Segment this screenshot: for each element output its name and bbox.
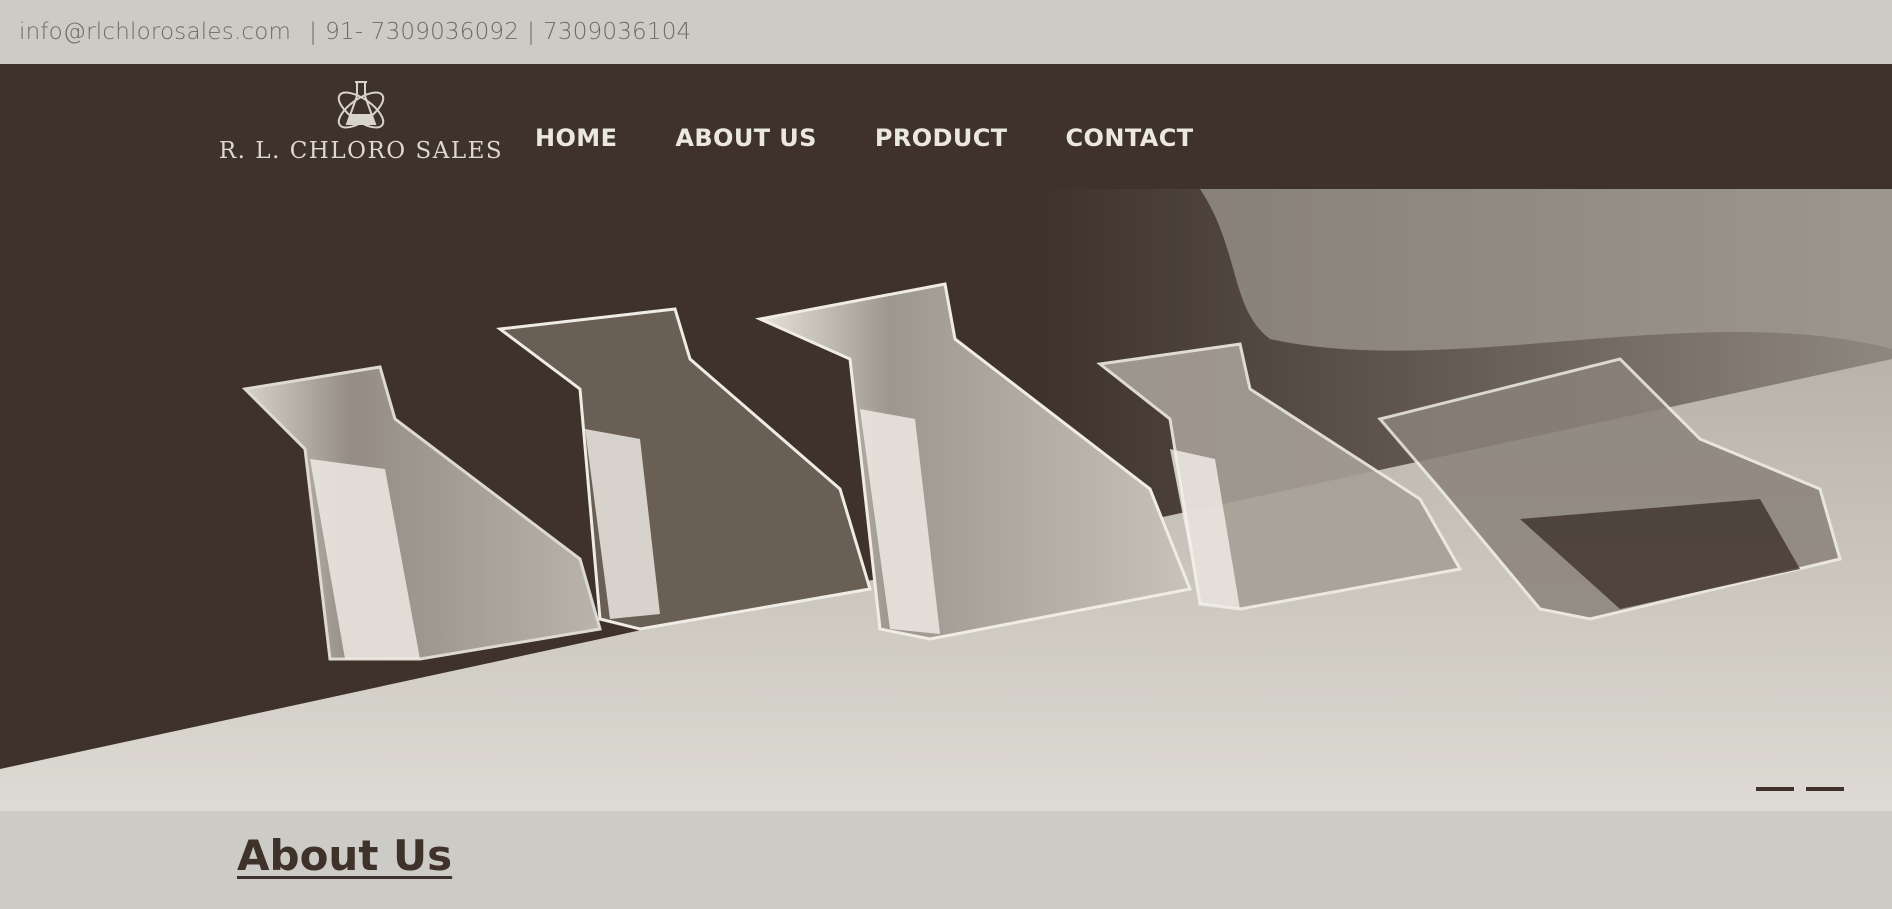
separator: | [527, 19, 536, 45]
contact-bar: info@rlchlorosales.com | 91- 7309036092 … [0, 0, 1892, 64]
nav-home[interactable]: HOME [535, 124, 617, 164]
flask-atom-icon [337, 81, 385, 129]
separator: | [309, 19, 318, 45]
about-section: About Us [0, 811, 1892, 909]
nav-about-us[interactable]: ABOUT US [675, 124, 816, 164]
hero-slider[interactable] [0, 189, 1892, 811]
main-nav: HOME ABOUT US PRODUCT CONTACT [535, 124, 1251, 164]
slide-indicator-1[interactable] [1756, 787, 1794, 791]
brand-logo[interactable]: R. L. CHLORO SALES [219, 72, 502, 182]
phone-number-1[interactable]: 91- 7309036092 [325, 19, 519, 45]
nav-product[interactable]: PRODUCT [875, 124, 1008, 164]
slide-indicator-2[interactable] [1806, 787, 1844, 791]
phone-number-2[interactable]: 7309036104 [543, 19, 691, 45]
about-title[interactable]: About Us [237, 831, 452, 880]
nav-contact[interactable]: CONTACT [1066, 124, 1194, 164]
main-header: R. L. CHLORO SALES HOME ABOUT US PRODUCT… [0, 64, 1892, 189]
hero-image [0, 189, 1892, 811]
slider-indicators [1756, 787, 1844, 791]
email-link[interactable]: info@rlchlorosales.com [19, 19, 291, 45]
brand-name: R. L. CHLORO SALES [218, 138, 504, 164]
